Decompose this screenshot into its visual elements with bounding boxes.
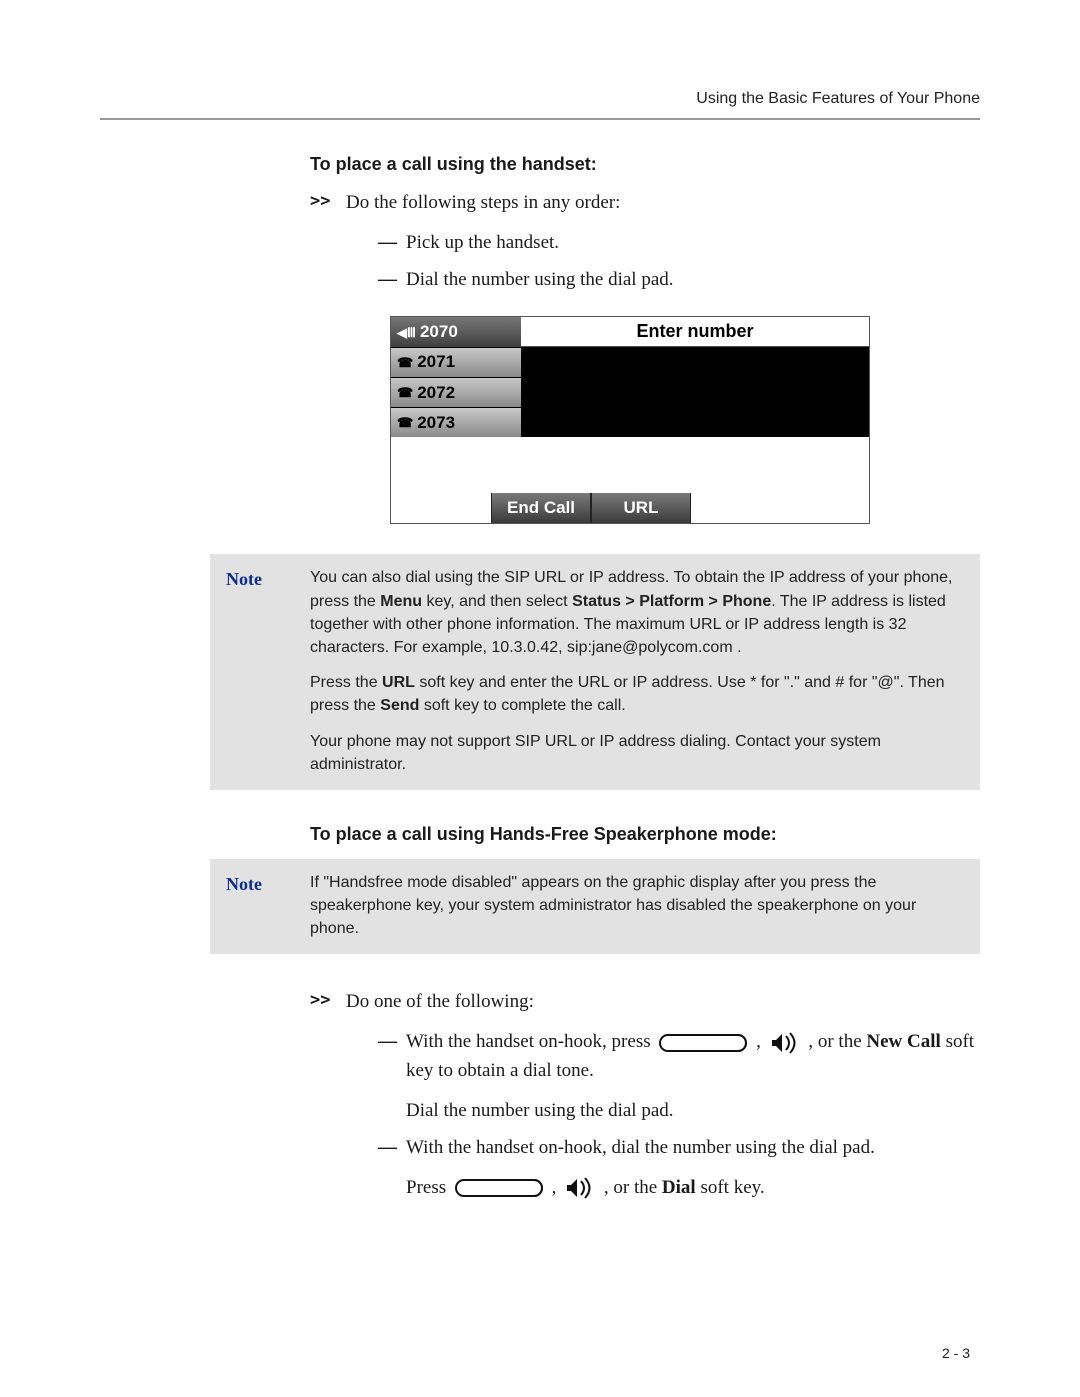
phone-line-active: ◀Ⅲ 2070	[391, 317, 521, 347]
note-body: You can also dial using the SIP URL or I…	[310, 566, 964, 776]
speaker-icon	[770, 1032, 800, 1054]
step-item: With the handset on-hook, press , , or t…	[346, 1027, 980, 1125]
line-number: 2073	[417, 413, 455, 433]
line-key-icon	[659, 1034, 747, 1052]
note-paragraph: If "Handsfree mode disabled" appears on …	[310, 871, 964, 941]
text: key, and then select	[422, 593, 572, 610]
bold: Send	[380, 697, 419, 714]
phone-gap	[391, 437, 869, 493]
phone-line: ☎ 2071	[391, 348, 521, 378]
softkey-row: End Call URL	[391, 493, 869, 523]
step-item: With the handset on-hook, dial the numbe…	[346, 1133, 980, 1202]
handset-icon: ☎	[397, 386, 413, 399]
section1-intro-text: Do the following steps in any order:	[346, 192, 620, 213]
phone-line: ☎ 2072	[391, 378, 521, 408]
phone-top: ◀Ⅲ 2070 ☎ 2071 ☎ 2072 ☎ 2073	[391, 317, 869, 437]
section1-arrow-list: Do the following steps in any order: Pic…	[310, 189, 980, 294]
section2-intro: Do one of the following: With the handse…	[310, 988, 980, 1202]
bold: Menu	[380, 593, 422, 610]
section1-intro: Do the following steps in any order: Pic…	[310, 189, 980, 294]
dial-area	[521, 347, 869, 437]
text: Press the	[310, 674, 382, 691]
line-number: 2070	[420, 322, 458, 342]
note-paragraph: Press the URL soft key and enter the URL…	[310, 671, 964, 717]
note-box: Note If "Handsfree mode disabled" appear…	[210, 859, 980, 955]
phone-right: Enter number	[521, 317, 869, 437]
bold: Status > Platform > Phone	[572, 593, 771, 610]
phone-line: ☎ 2073	[391, 408, 521, 437]
text: Press	[406, 1177, 451, 1198]
page-number: 2 - 3	[942, 1345, 970, 1361]
note-paragraph: Your phone may not support SIP URL or IP…	[310, 730, 964, 776]
section2-steps: With the handset on-hook, press , , or t…	[346, 1027, 980, 1202]
softkey-url: URL	[591, 493, 691, 523]
bold: URL	[382, 674, 415, 691]
text: , or the	[604, 1177, 662, 1198]
line-key-icon	[455, 1179, 543, 1197]
audio-icon: ◀Ⅲ	[397, 326, 416, 339]
handset-icon: ☎	[397, 356, 413, 369]
note-box: Note You can also dial using the SIP URL…	[210, 554, 980, 790]
note-body: If "Handsfree mode disabled" appears on …	[310, 871, 964, 941]
phone-line-list: ◀Ⅲ 2070 ☎ 2071 ☎ 2072 ☎ 2073	[391, 317, 521, 437]
text: ,	[756, 1031, 766, 1052]
line-number: 2072	[417, 383, 455, 403]
text: With the handset on-hook, dial the numbe…	[406, 1137, 875, 1158]
text: soft key to complete the call.	[419, 697, 625, 714]
text: soft key.	[700, 1177, 764, 1198]
section2-title: To place a call using Hands-Free Speaker…	[310, 824, 980, 845]
section2-intro-text: Do one of the following:	[346, 991, 534, 1012]
text: With the handset on-hook, press	[406, 1031, 655, 1052]
note-paragraph: You can also dial using the SIP URL or I…	[310, 566, 964, 659]
line-number: 2071	[417, 352, 455, 372]
section1-steps: Pick up the handset. Dial the number usi…	[346, 228, 980, 295]
running-header: Using the Basic Features of Your Phone	[100, 90, 980, 108]
header-rule	[100, 118, 980, 120]
enter-number-prompt: Enter number	[521, 317, 869, 347]
text: , or the	[808, 1031, 866, 1052]
phone-display: ◀Ⅲ 2070 ☎ 2071 ☎ 2072 ☎ 2073	[390, 316, 870, 524]
page: Using the Basic Features of Your Phone T…	[0, 0, 1080, 1397]
note-label: Note	[226, 871, 310, 941]
content-column: To place a call using the handset: Do th…	[310, 154, 980, 1202]
text: Dial the number using the dial pad.	[406, 1096, 980, 1125]
speaker-icon	[565, 1177, 595, 1199]
bold: New Call	[866, 1031, 940, 1052]
section1-title: To place a call using the handset:	[310, 154, 980, 175]
text: ,	[552, 1177, 562, 1198]
step-item: Pick up the handset.	[346, 228, 980, 257]
note-label: Note	[226, 566, 310, 776]
bold: Dial	[662, 1177, 696, 1198]
step-item: Dial the number using the dial pad.	[346, 265, 980, 294]
handset-icon: ☎	[397, 416, 413, 429]
section2-arrow-list: Do one of the following: With the handse…	[310, 988, 980, 1202]
softkey-endcall: End Call	[491, 493, 591, 523]
